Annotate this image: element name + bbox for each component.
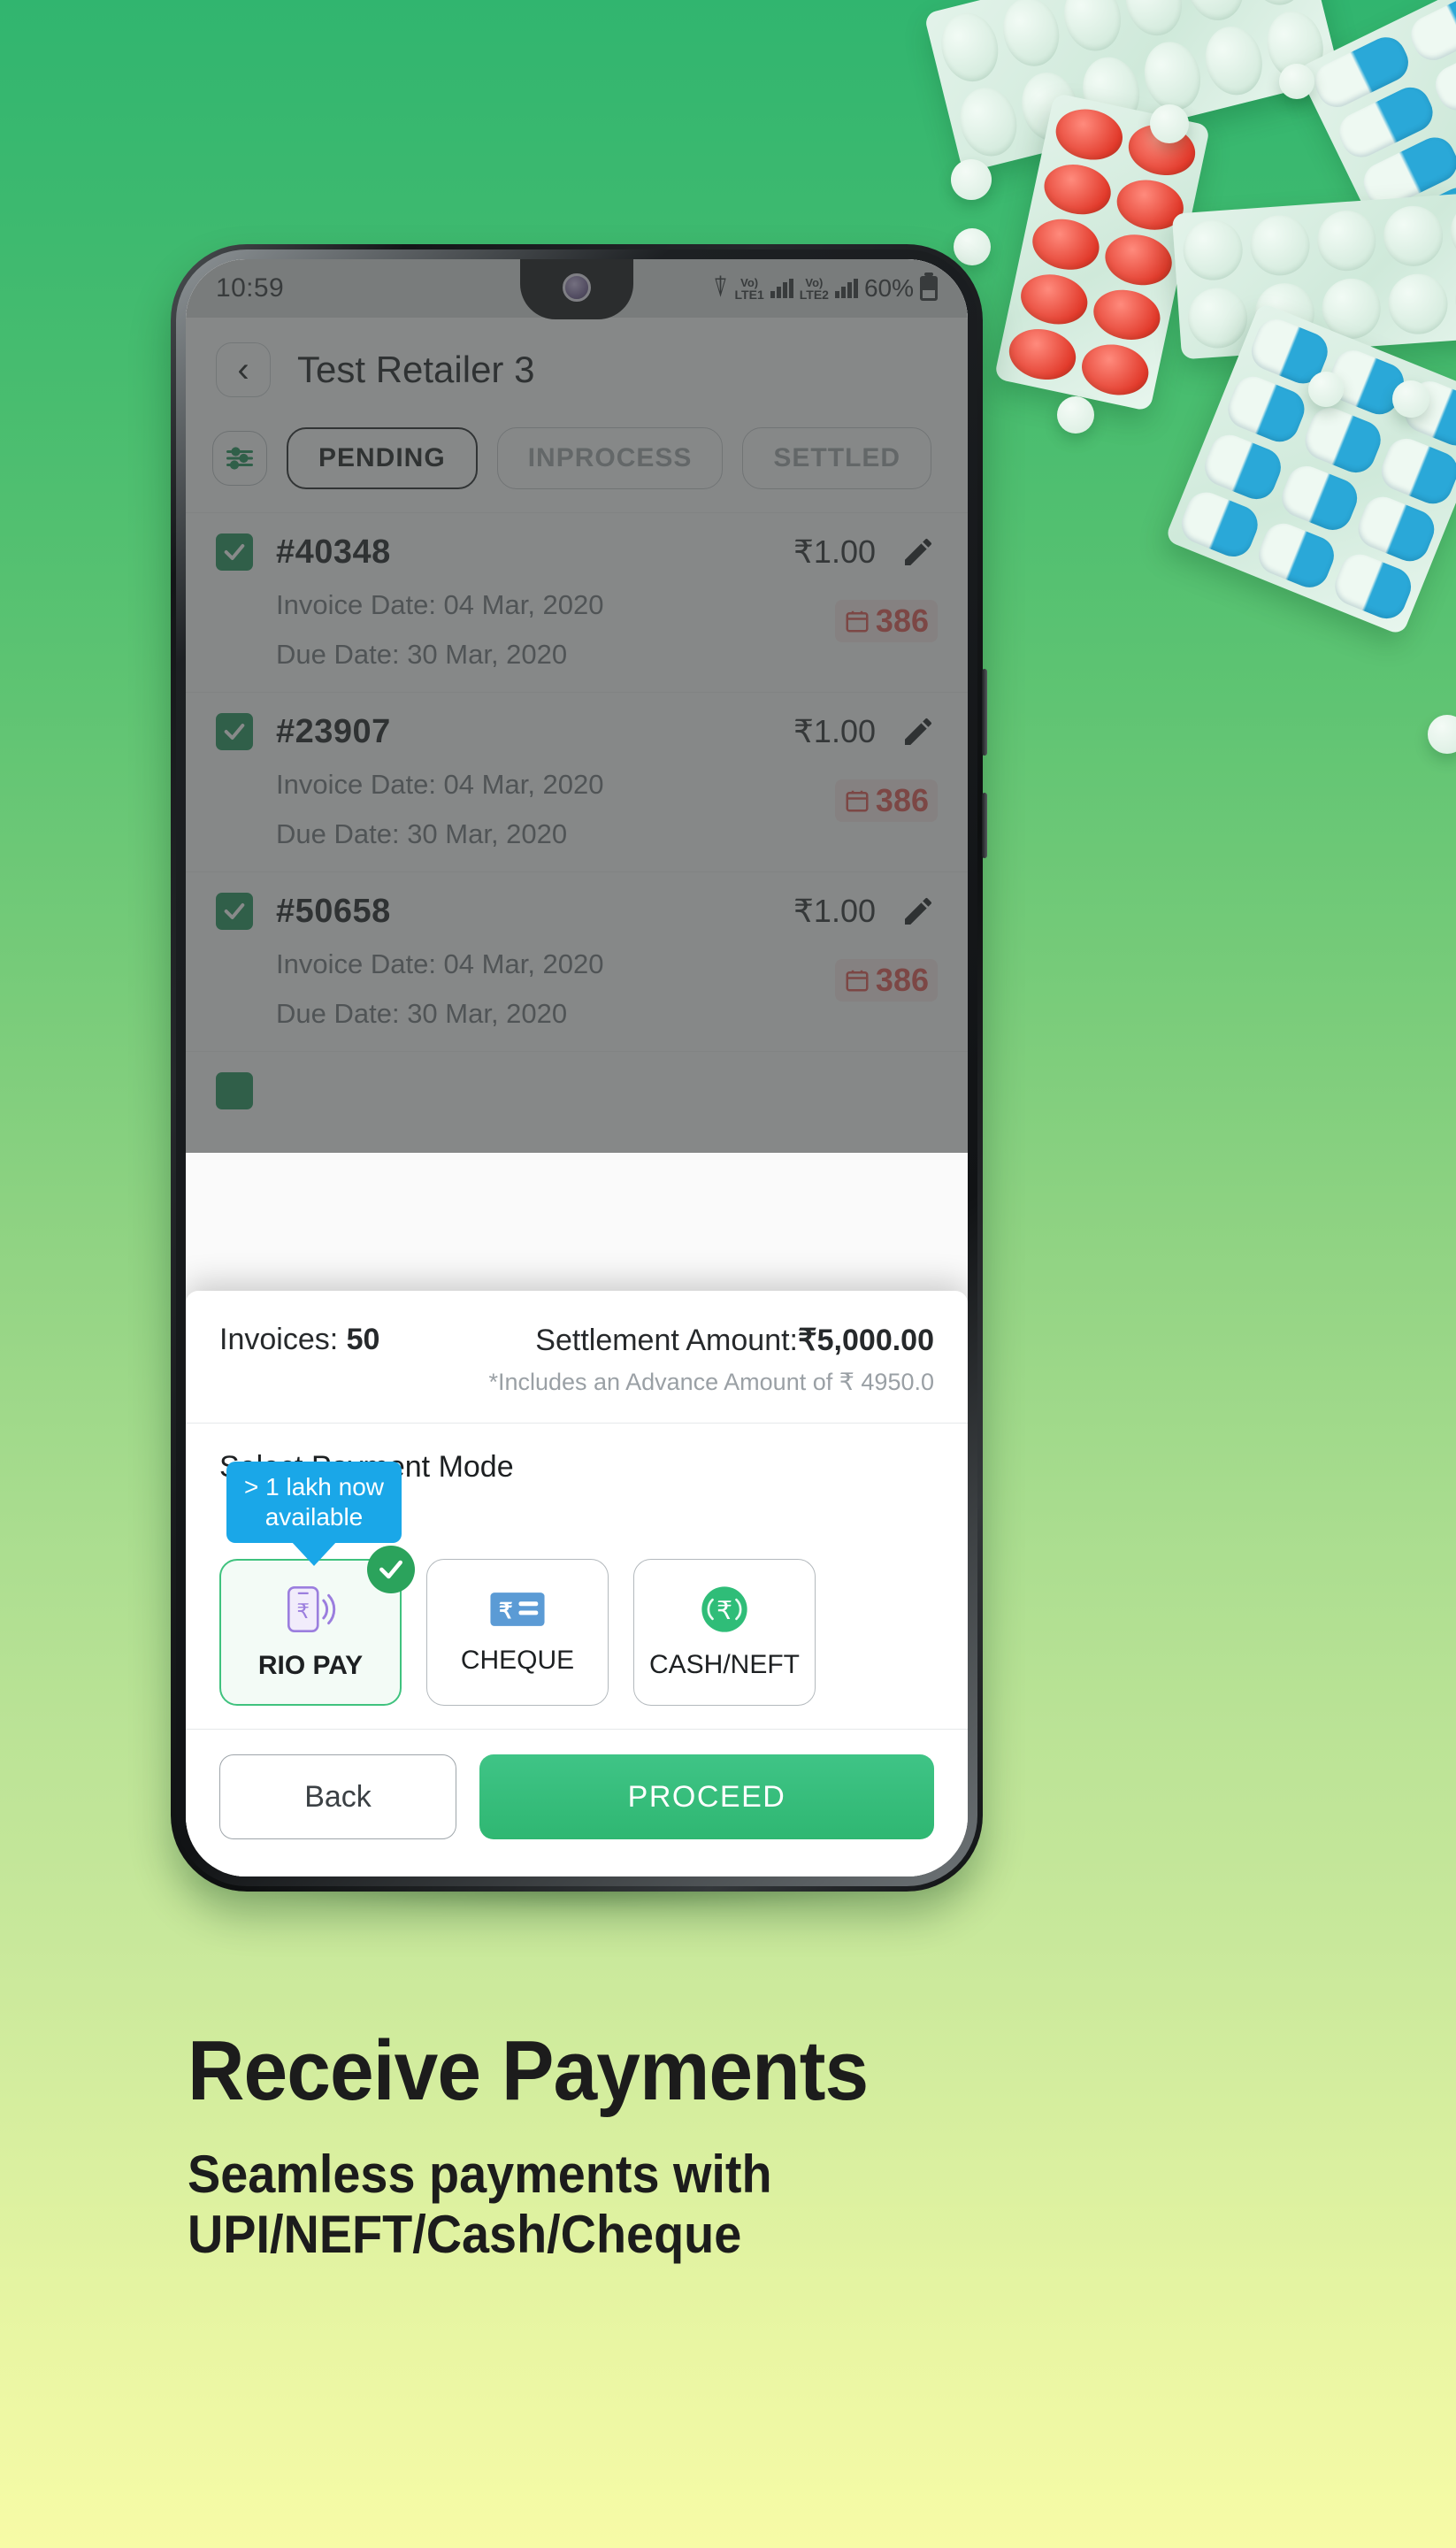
payment-mode-rio-pay[interactable]: > 1 lakh now available ₹ RIO PAY	[219, 1462, 415, 1706]
settlement-amount-value: ₹5,000.00	[798, 1324, 934, 1357]
signal-sim1-icon	[770, 279, 793, 298]
invoice-due-date: Due Date: 30 Mar, 2020	[276, 818, 568, 849]
invoices-count-value: 50	[346, 1323, 380, 1356]
invoice-row[interactable]: #50658 ₹1.00 Invoice Date: 04 Mar, 2020 …	[186, 871, 968, 1051]
payment-mode-section: Select Payment Mode > 1 lakh now availab…	[186, 1424, 968, 1729]
status-time: 10:59	[216, 273, 285, 303]
overdue-days-badge: 386	[834, 959, 938, 1002]
wifi-icon: ⍒	[712, 273, 729, 303]
volte-sim1-icon: Vo) LTE1	[734, 275, 764, 302]
overdue-days-value: 386	[875, 602, 929, 639]
overdue-days-value: 386	[875, 962, 929, 998]
marketing-subhead: Seamless payments with UPI/NEFT/Cash/Che…	[188, 2145, 1257, 2266]
invoice-id: #40348	[276, 533, 391, 571]
volte-sim2-icon: Vo) LTE2	[799, 275, 829, 302]
payment-mode-options: > 1 lakh now available ₹ RIO PAY ₹ CHEQU…	[219, 1462, 934, 1706]
invoice-due-date: Due Date: 30 Mar, 2020	[276, 639, 568, 670]
loose-tablet	[1392, 380, 1429, 418]
edit-pencil-icon[interactable]	[899, 712, 938, 751]
front-camera	[563, 273, 591, 302]
filter-sliders-icon[interactable]	[212, 431, 267, 486]
invoice-amount: ₹1.00	[793, 713, 876, 749]
status-tabs: PENDING INPROCESS SETTLED	[186, 422, 968, 512]
settlement-amount-row: Settlement Amount:₹5,000.00	[535, 1324, 934, 1357]
tab-pending[interactable]: PENDING	[287, 427, 478, 489]
page-title: Test Retailer 3	[297, 349, 535, 390]
selected-check-icon	[367, 1546, 415, 1593]
phone-screen: 10:59 ⍒ Vo) LTE1 Vo) LTE2 60% ‹ Test Ret…	[186, 259, 968, 1876]
payment-mode-label: CHEQUE	[460, 1645, 575, 1675]
phone-mockup: 10:59 ⍒ Vo) LTE1 Vo) LTE2 60% ‹ Test Ret…	[171, 244, 987, 1892]
invoice-row-partial[interactable]	[186, 1051, 968, 1131]
app-bar: ‹ Test Retailer 3	[186, 318, 968, 422]
battery-percent: 60%	[863, 274, 914, 302]
edit-pencil-icon[interactable]	[899, 892, 938, 931]
svg-text:₹: ₹	[717, 1596, 732, 1624]
edit-pencil-icon[interactable]	[899, 533, 938, 572]
loose-tablet	[1150, 104, 1189, 143]
power-button[interactable]	[982, 669, 987, 756]
payment-mode-label: RIO PAY	[257, 1650, 364, 1680]
invoice-checkbox[interactable]	[216, 893, 253, 930]
invoice-amount: ₹1.00	[793, 893, 876, 929]
mobile-rupee-contactless-icon: ₹	[281, 1585, 340, 1639]
invoice-id: #23907	[276, 712, 391, 750]
invoice-checkbox[interactable]	[216, 1071, 253, 1109]
cheque-rupee-icon: ₹	[489, 1590, 546, 1633]
invoice-row[interactable]: #23907 ₹1.00 Invoice Date: 04 Mar, 2020 …	[186, 692, 968, 871]
back-button[interactable]: Back	[219, 1754, 456, 1839]
svg-text:₹: ₹	[296, 1599, 310, 1622]
advance-amount-note: *Includes an Advance Amount of ₹ 4950.0	[488, 1369, 934, 1395]
loose-tablet	[1428, 715, 1456, 754]
marketing-subhead-line1: Seamless payments with	[188, 2144, 772, 2204]
invoice-amount: ₹1.00	[793, 533, 876, 570]
marketing-headline: Receive Payments	[188, 2023, 869, 2118]
tab-inprocess[interactable]: INPROCESS	[496, 427, 724, 489]
marketing-copy: Receive Payments Seamless payments with …	[188, 2026, 1337, 2266]
status-bar: 10:59 ⍒ Vo) LTE1 Vo) LTE2 60%	[186, 259, 968, 319]
loose-tablet	[1279, 64, 1314, 99]
rupee-coin-icon: ₹	[701, 1585, 748, 1638]
payment-mode-cheque[interactable]: ₹ CHEQUE	[426, 1559, 609, 1706]
battery-icon	[920, 276, 938, 301]
volume-button[interactable]	[982, 793, 987, 858]
sheet-actions: Back PROCEED	[186, 1730, 968, 1876]
payment-mode-cash-neft[interactable]: ₹ CASH/NEFT	[633, 1559, 816, 1706]
invoice-list: #40348 ₹1.00 Invoice Date: 04 Mar, 2020 …	[186, 512, 968, 1131]
overdue-days-badge: 386	[834, 600, 938, 642]
invoice-checkbox[interactable]	[216, 713, 253, 750]
camera-notch	[520, 259, 633, 319]
svg-text:₹: ₹	[499, 1600, 513, 1623]
loose-tablet	[951, 159, 992, 200]
invoice-row[interactable]: #40348 ₹1.00 Invoice Date: 04 Mar, 2020 …	[186, 512, 968, 692]
overdue-days-value: 386	[875, 782, 929, 818]
marketing-subhead-line2: UPI/NEFT/Cash/Cheque	[188, 2205, 742, 2265]
settlement-summary: Invoices: 50 Settlement Amount:₹5,000.00…	[186, 1291, 968, 1423]
invoice-id: #50658	[276, 892, 391, 930]
proceed-button[interactable]: PROCEED	[479, 1754, 934, 1839]
loose-tablet	[1057, 396, 1094, 434]
back-navigation-button[interactable]: ‹	[216, 342, 271, 397]
overdue-days-badge: 386	[834, 779, 938, 822]
invoice-due-date: Due Date: 30 Mar, 2020	[276, 998, 568, 1029]
payment-bottom-sheet: Invoices: 50 Settlement Amount:₹5,000.00…	[186, 1291, 968, 1876]
invoice-checkbox[interactable]	[216, 533, 253, 571]
invoices-count-label: Invoices: 50	[219, 1323, 380, 1356]
tab-settled[interactable]: SETTLED	[742, 427, 932, 489]
rio-pay-tooltip: > 1 lakh now available	[226, 1462, 402, 1544]
signal-sim2-icon	[834, 279, 858, 298]
loose-tablet	[1308, 372, 1344, 407]
payment-mode-label: CASH/NEFT	[648, 1649, 800, 1679]
